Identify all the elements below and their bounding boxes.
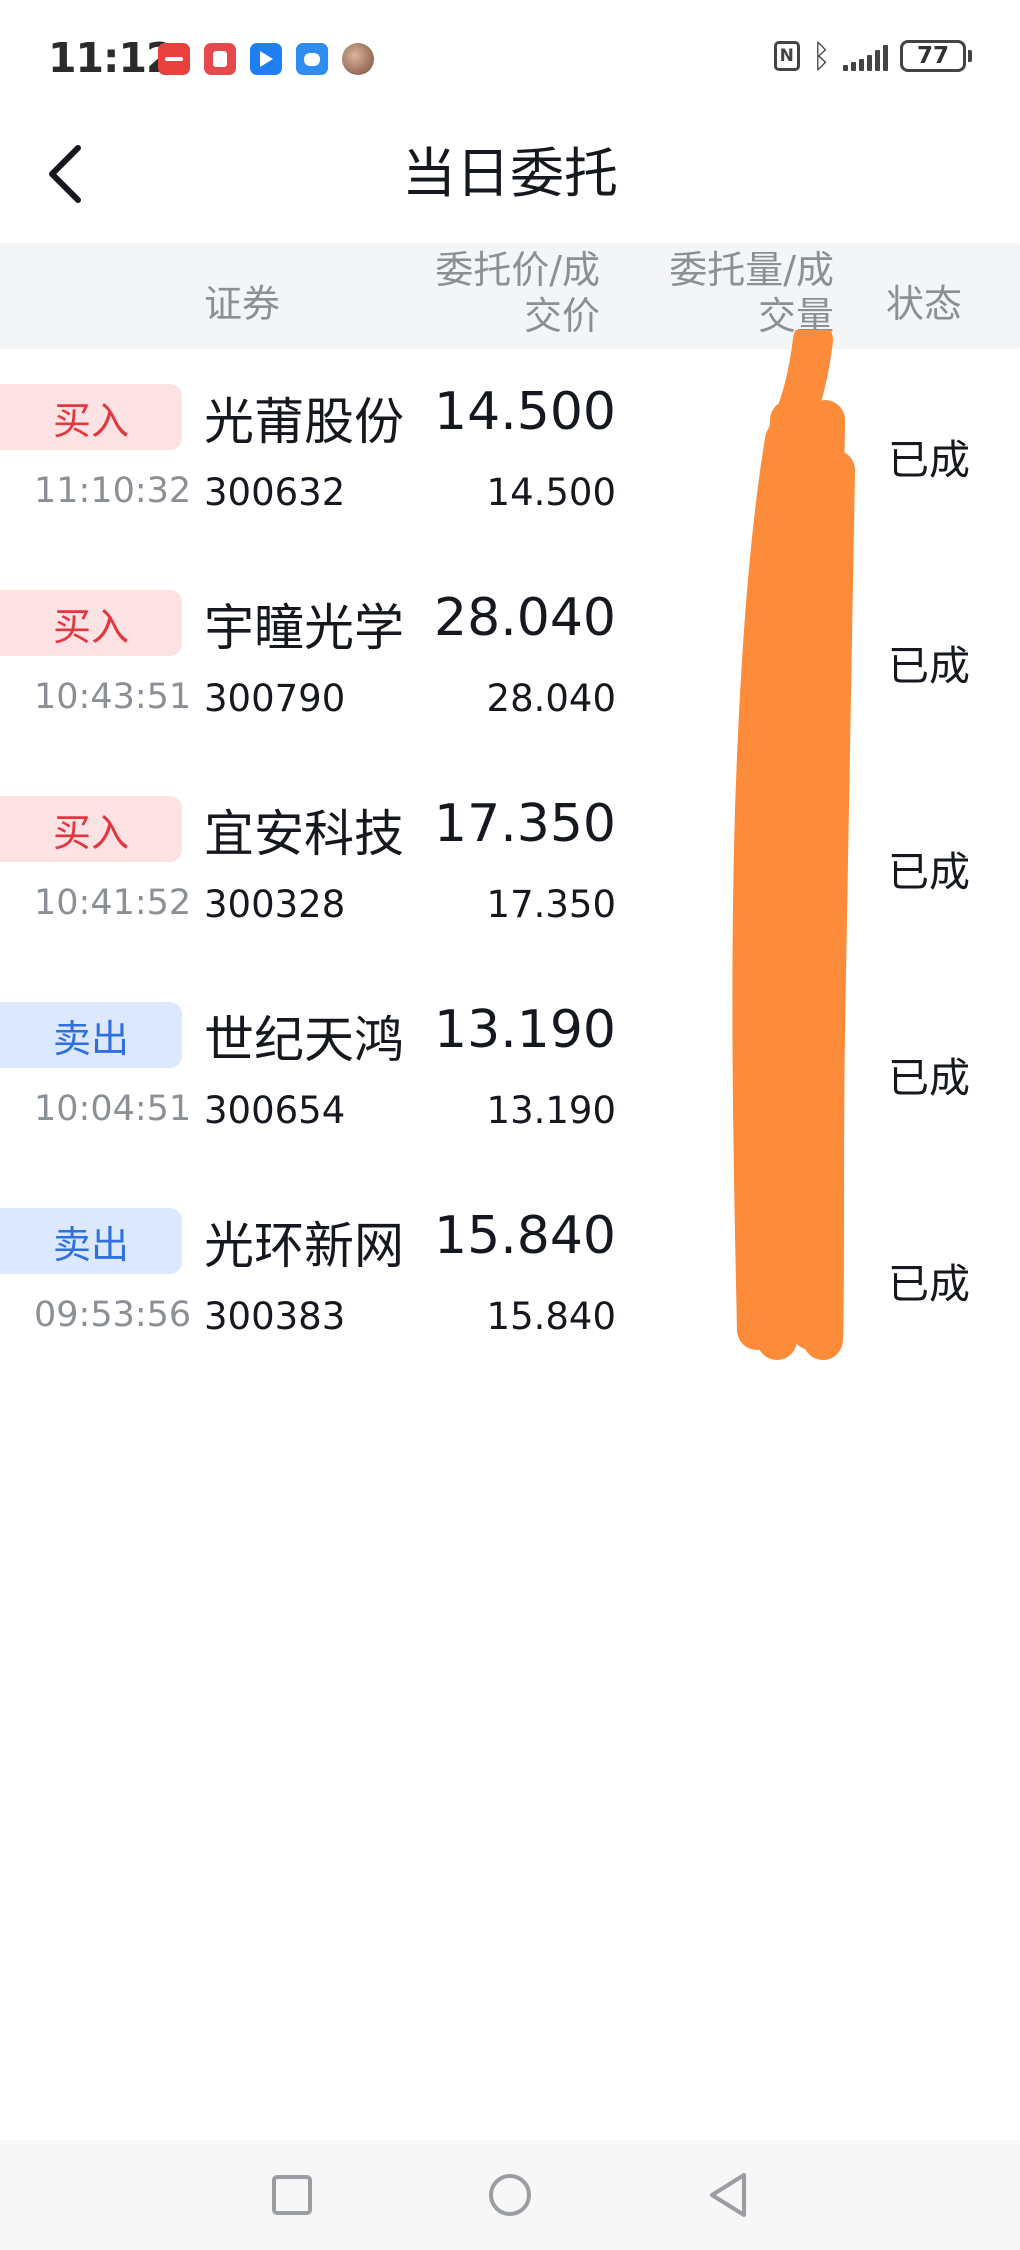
red-app-icon <box>204 43 236 75</box>
chat-bubble-icon <box>296 43 328 75</box>
order-status: 已成 <box>888 642 970 690</box>
side-badge: 买入 <box>0 590 182 656</box>
stock-code: 300328 <box>204 883 346 926</box>
order-price: 28.040 <box>434 588 616 648</box>
avatar-icon <box>342 43 374 75</box>
redaction-scribble <box>732 330 855 1360</box>
stock-name: 宇瞳光学 <box>204 599 404 657</box>
column-security: 证券 <box>204 282 281 326</box>
table-header: 证券 委托价/成 交价 委托量/成 交量 状态 <box>0 243 1020 349</box>
order-status: 已成 <box>888 848 970 896</box>
order-time: 10:43:51 <box>34 677 192 717</box>
order-time: 11:10:32 <box>34 471 192 511</box>
column-price-line2: 交价 <box>523 294 600 338</box>
blue-arrow-app-icon <box>250 43 282 75</box>
column-status: 状态 <box>886 282 963 326</box>
deal-price: 14.500 <box>486 471 616 514</box>
square-recents-icon <box>272 2175 312 2215</box>
order-price: 15.840 <box>434 1206 616 1266</box>
order-status: 已成 <box>888 1054 970 1102</box>
huawei-appgallery-icon <box>158 43 190 75</box>
column-quantity-line1: 委托量/成 <box>669 248 834 292</box>
stock-code: 300632 <box>204 471 346 514</box>
signal-icon <box>843 41 888 71</box>
side-badge: 买入 <box>0 384 182 450</box>
order-status: 已成 <box>888 1260 970 1308</box>
order-row[interactable]: 卖出 10:04:51 世纪天鸿 300654 13.190 13.190 已成 <box>0 1000 1020 1208</box>
order-time: 09:53:56 <box>34 1295 192 1335</box>
order-price: 14.500 <box>434 382 616 442</box>
order-row[interactable]: 买入 10:41:52 宜安科技 300328 17.350 17.350 已成 <box>0 794 1020 1002</box>
order-row[interactable]: 卖出 09:53:56 光环新网 300383 15.840 15.840 已成 <box>0 1206 1020 1414</box>
status-bar: 11:12 N ᛒ 77 <box>0 0 1020 120</box>
back-button[interactable] <box>28 138 100 210</box>
notification-icons <box>158 43 374 75</box>
clock: 11:12 <box>48 34 175 82</box>
column-quantity: 委托量/成 交量 <box>604 247 834 339</box>
order-row[interactable]: 买入 10:43:51 宇瞳光学 300790 28.040 28.040 已成 <box>0 588 1020 796</box>
stock-name: 世纪天鸿 <box>204 1011 404 1069</box>
order-price: 13.190 <box>434 1000 616 1060</box>
column-price: 委托价/成 交价 <box>370 247 600 339</box>
order-time: 10:04:51 <box>34 1089 192 1129</box>
stock-name: 光环新网 <box>204 1217 404 1275</box>
triangle-back-icon <box>710 2173 746 2217</box>
circle-home-icon <box>489 2174 531 2216</box>
order-time: 10:41:52 <box>34 883 192 923</box>
chevron-left-icon <box>49 145 81 203</box>
side-badge: 卖出 <box>0 1002 182 1068</box>
nfc-icon: N <box>773 41 800 71</box>
deal-price: 13.190 <box>486 1089 616 1132</box>
order-price: 17.350 <box>434 794 616 854</box>
deal-price: 15.840 <box>486 1295 616 1338</box>
stock-code: 300790 <box>204 677 346 720</box>
column-price-line1: 委托价/成 <box>435 248 600 292</box>
battery-level: 77 <box>900 40 966 72</box>
home-button[interactable] <box>482 2167 538 2223</box>
deal-price: 17.350 <box>486 883 616 926</box>
system-icons: N ᛒ 77 <box>773 37 972 75</box>
stock-name: 光莆股份 <box>204 393 404 451</box>
bluetooth-icon: ᛒ <box>811 37 831 75</box>
back-nav-button[interactable] <box>700 2167 756 2223</box>
page-title: 当日委托 <box>402 142 618 205</box>
battery-icon: 77 <box>900 40 972 72</box>
order-row[interactable]: 买入 11:10:32 光莆股份 300632 14.500 14.500 已成 <box>0 382 1020 590</box>
stock-name: 宜安科技 <box>204 805 404 863</box>
navigation-bar <box>0 2140 1020 2250</box>
stock-code: 300383 <box>204 1295 346 1338</box>
order-status: 已成 <box>888 436 970 484</box>
side-badge: 卖出 <box>0 1208 182 1274</box>
side-badge: 买入 <box>0 796 182 862</box>
stock-code: 300654 <box>204 1089 346 1132</box>
deal-price: 28.040 <box>486 677 616 720</box>
recents-button[interactable] <box>264 2167 320 2223</box>
